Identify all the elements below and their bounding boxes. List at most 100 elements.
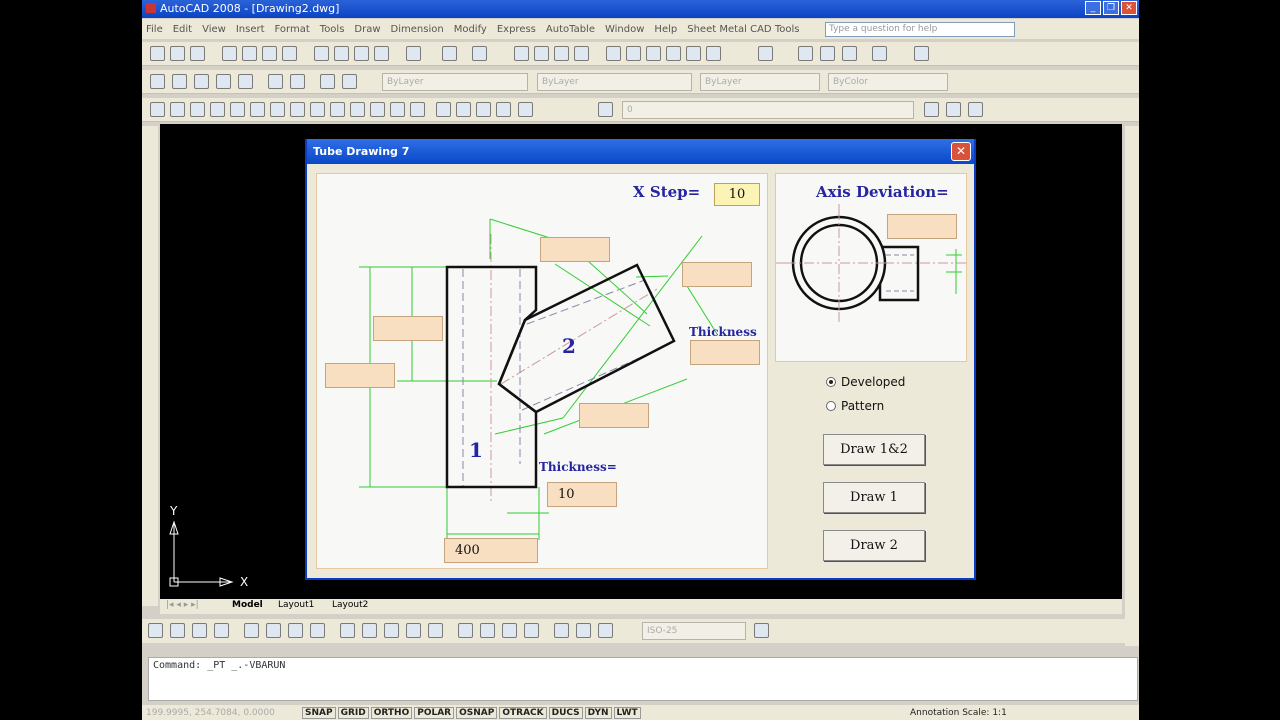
minimize-button[interactable]: _ xyxy=(1085,1,1101,15)
lwt-toggle[interactable]: LWT xyxy=(613,706,641,719)
menu-tools[interactable]: Tools xyxy=(320,24,345,35)
help-icon[interactable] xyxy=(758,46,773,61)
tab-model[interactable]: Model xyxy=(232,600,263,610)
tab-nav-arrows[interactable]: |◂ ◂ ▸ ▸| xyxy=(166,600,199,610)
arc-icon[interactable] xyxy=(250,102,265,117)
copy-icon[interactable] xyxy=(334,46,349,61)
spline-icon[interactable] xyxy=(310,102,325,117)
preview-icon[interactable] xyxy=(242,46,257,61)
zoom-object-icon[interactable] xyxy=(238,74,253,89)
dim-style-icon[interactable] xyxy=(754,623,769,638)
baseline-dim-icon[interactable] xyxy=(362,623,377,638)
inspection-icon[interactable] xyxy=(502,623,517,638)
developed-radio[interactable]: Developed xyxy=(826,375,905,389)
snap-toggle[interactable]: SNAP xyxy=(302,706,336,719)
diameter-dim-icon[interactable] xyxy=(288,623,303,638)
3d-dwf-icon[interactable] xyxy=(282,46,297,61)
menu-window[interactable]: Window xyxy=(605,24,644,35)
make-block-icon[interactable] xyxy=(390,102,405,117)
draw-1-button[interactable]: Draw 1 xyxy=(823,482,925,513)
zoom-window-icon[interactable] xyxy=(554,46,569,61)
angular-dim-icon[interactable] xyxy=(310,623,325,638)
draw-1-2-button[interactable]: Draw 1&2 xyxy=(823,434,925,465)
zoom-in-icon[interactable] xyxy=(150,74,165,89)
dim-text-edit-icon[interactable] xyxy=(576,623,591,638)
menu-format[interactable]: Format xyxy=(275,24,310,35)
zoom-previous-icon[interactable] xyxy=(574,46,589,61)
construction-line-icon[interactable] xyxy=(170,102,185,117)
lineweight-select[interactable]: ByLayer xyxy=(700,73,820,91)
undo-icon[interactable] xyxy=(442,46,457,61)
calculator-icon[interactable] xyxy=(706,46,721,61)
menu-express[interactable]: Express xyxy=(497,24,536,35)
radius-dim-icon[interactable] xyxy=(244,623,259,638)
center-mark-icon[interactable] xyxy=(480,623,495,638)
linetype-select[interactable]: ByLayer xyxy=(537,73,692,91)
continue-dim-icon[interactable] xyxy=(384,623,399,638)
draw-2-button[interactable]: Draw 2 xyxy=(823,530,925,561)
tolerance-icon[interactable] xyxy=(458,623,473,638)
thickness-2-input[interactable] xyxy=(690,340,760,365)
dialog-close-button[interactable]: ✕ xyxy=(951,142,971,161)
dim-style-select[interactable]: ISO-25 xyxy=(642,622,746,640)
layer-previous-icon[interactable] xyxy=(946,102,961,117)
color-select[interactable]: ByColor xyxy=(828,73,948,91)
mtext-icon[interactable] xyxy=(518,102,533,117)
properties-icon[interactable] xyxy=(606,46,621,61)
axis-deviation-input[interactable] xyxy=(887,214,957,239)
zoom-center-icon[interactable] xyxy=(290,74,305,89)
osnap-toggle[interactable]: OSNAP xyxy=(456,706,498,719)
cut-icon[interactable] xyxy=(314,46,329,61)
jogged-linear-icon[interactable] xyxy=(524,623,539,638)
menu-draw[interactable]: Draw xyxy=(354,24,380,35)
grid-toggle[interactable]: GRID xyxy=(337,706,369,719)
layer-states-icon[interactable] xyxy=(968,102,983,117)
polar-toggle[interactable]: POLAR xyxy=(414,706,455,719)
polyline-icon[interactable] xyxy=(190,102,205,117)
polygon-icon[interactable] xyxy=(210,102,225,117)
tab-layout2[interactable]: Layout2 xyxy=(332,600,368,610)
dim-space-icon[interactable] xyxy=(406,623,421,638)
rectangle-icon[interactable] xyxy=(230,102,245,117)
zoom-extents-icon[interactable] xyxy=(216,74,231,89)
developed-radio-dot[interactable] xyxy=(826,377,836,387)
toolbar-icon-a[interactable] xyxy=(798,46,813,61)
circle-icon[interactable] xyxy=(270,102,285,117)
markup-icon[interactable] xyxy=(686,46,701,61)
insert-block-icon[interactable] xyxy=(370,102,385,117)
block-editor-icon[interactable] xyxy=(406,46,421,61)
ducs-toggle[interactable]: DUCS xyxy=(548,706,583,719)
annotation-scale[interactable]: Annotation Scale: 1:1 xyxy=(910,708,1007,718)
pattern-radio[interactable]: Pattern xyxy=(826,399,884,413)
layer-properties-icon[interactable] xyxy=(598,102,613,117)
zoom-previous-2-icon[interactable] xyxy=(342,74,357,89)
linear-dim-icon[interactable] xyxy=(148,623,163,638)
redo-icon[interactable] xyxy=(472,46,487,61)
diameter-1-input[interactable]: 400 xyxy=(444,538,538,563)
restore-button[interactable]: ❐ xyxy=(1103,1,1119,15)
ordinate-dim-icon[interactable] xyxy=(214,623,229,638)
line-icon[interactable] xyxy=(150,102,165,117)
revcloud-icon[interactable] xyxy=(290,102,305,117)
ellipse-icon[interactable] xyxy=(330,102,345,117)
tab-layout1[interactable]: Layout1 xyxy=(278,600,314,610)
toolbar-icon-c[interactable] xyxy=(842,46,857,61)
ortho-toggle[interactable]: ORTHO xyxy=(370,706,413,719)
dim-update-icon[interactable] xyxy=(598,623,613,638)
point-icon[interactable] xyxy=(410,102,425,117)
design-center-icon[interactable] xyxy=(626,46,641,61)
diameter-2-input[interactable] xyxy=(579,403,649,428)
quick-dim-icon[interactable] xyxy=(340,623,355,638)
jogged-dim-icon[interactable] xyxy=(266,623,281,638)
menu-help[interactable]: Help xyxy=(654,24,677,35)
zoom-all-icon[interactable] xyxy=(194,74,209,89)
otrack-toggle[interactable]: OTRACK xyxy=(499,706,547,719)
print-icon[interactable] xyxy=(222,46,237,61)
zoom-dynamic-icon[interactable] xyxy=(320,74,335,89)
zoom-scale-icon[interactable] xyxy=(268,74,283,89)
match-properties-icon[interactable] xyxy=(374,46,389,61)
height-upper-input[interactable] xyxy=(373,316,443,341)
menu-file[interactable]: File xyxy=(146,24,163,35)
menu-dimension[interactable]: Dimension xyxy=(391,24,444,35)
menu-modify[interactable]: Modify xyxy=(454,24,487,35)
